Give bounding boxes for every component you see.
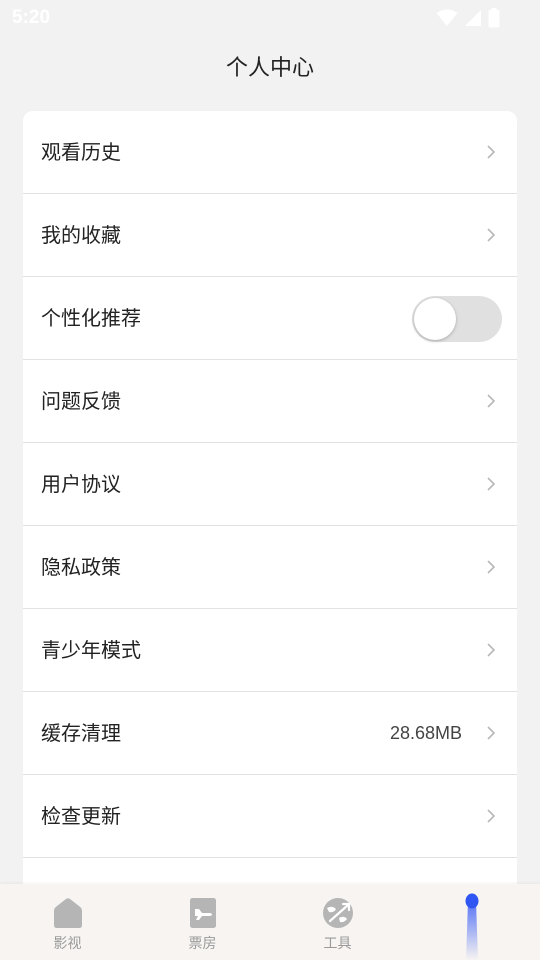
tab-label: 工具 (323, 936, 352, 952)
chevron-right-icon (487, 145, 496, 159)
toggle-knob (414, 298, 456, 340)
row-label: 我的收藏 (41, 223, 121, 247)
page-title: 个人中心 (225, 56, 314, 81)
settings-row-teen-mode[interactable]: 青少年模式 (23, 609, 517, 692)
cache-size-value: 28.68MB (389, 723, 462, 743)
status-icons (436, 8, 500, 28)
chevron-right-icon (487, 643, 496, 657)
settings-card: 观看历史 我的收藏 个性化推荐 问题反馈 用户协议 隐私政策 青少年模式 缓存清… (23, 111, 517, 911)
row-label: 缓存清理 (41, 721, 121, 745)
settings-row-privacy-policy[interactable]: 隐私政策 (23, 526, 517, 609)
bottom-tab-bar: 影视 票房 工具 (0, 884, 540, 960)
tab-tools[interactable]: 工具 (270, 884, 405, 960)
settings-row-check-update[interactable]: 检查更新 (23, 775, 517, 858)
chevron-right-icon (487, 726, 496, 740)
wifi-icon (436, 9, 458, 26)
row-label: 观看历史 (41, 140, 121, 164)
status-time: 5:20 (12, 7, 51, 28)
personalized-recommendation-toggle[interactable] (412, 296, 502, 342)
battery-icon (488, 8, 500, 28)
tab-label: 票房 (188, 936, 217, 952)
chevron-right-icon (487, 809, 496, 823)
row-label: 青少年模式 (41, 638, 141, 662)
tab-movies[interactable]: 影视 (0, 884, 135, 960)
status-bar: 5:20 (0, 0, 540, 36)
row-label: 用户协议 (41, 472, 121, 496)
tab-box-office[interactable]: 票房 (135, 884, 270, 960)
settings-row-user-agreement[interactable]: 用户协议 (23, 443, 517, 526)
row-label: 问题反馈 (41, 389, 121, 413)
globe-plane-icon (322, 898, 353, 928)
chevron-right-icon (487, 228, 496, 242)
row-label: 检查更新 (41, 804, 121, 828)
home-icon (53, 898, 82, 928)
profile-tab-icon[interactable] (465, 893, 479, 960)
ticket-plane-icon (189, 898, 216, 928)
chevron-right-icon (487, 394, 496, 408)
tab-label: 影视 (53, 936, 82, 952)
settings-row-favorites[interactable]: 我的收藏 (23, 194, 517, 277)
settings-row-watch-history[interactable]: 观看历史 (23, 111, 517, 194)
settings-row-personalized-recommendation: 个性化推荐 (23, 277, 517, 360)
signal-icon (465, 10, 481, 26)
chevron-right-icon (487, 477, 496, 491)
settings-row-clear-cache[interactable]: 缓存清理 28.68MB (23, 692, 517, 775)
row-label: 隐私政策 (41, 555, 121, 579)
row-label: 个性化推荐 (41, 306, 141, 330)
chevron-right-icon (487, 560, 496, 574)
settings-row-feedback[interactable]: 问题反馈 (23, 360, 517, 443)
